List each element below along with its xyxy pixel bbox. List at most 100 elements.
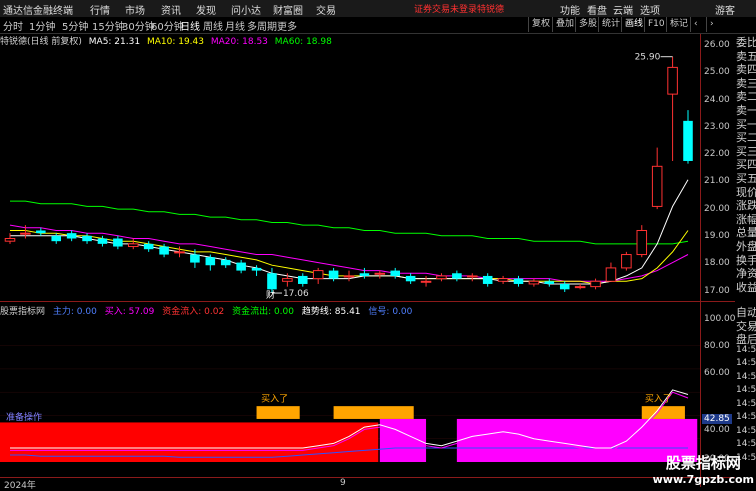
- watermark-url: www.7gpzb.com: [652, 473, 754, 486]
- side-panel-item: 14:56: [736, 358, 756, 368]
- indicator-signal: 信号: 0.00: [368, 307, 413, 317]
- side-panel-item: 14:56: [736, 439, 756, 449]
- side-panel-item: 14:56: [736, 398, 756, 409]
- candle-body: [4, 238, 16, 242]
- indicator-tick: 100.00: [704, 314, 736, 324]
- menu-item-trade[interactable]: 交易: [316, 2, 336, 17]
- period-30min[interactable]: 30分钟: [122, 18, 155, 33]
- period-monthly[interactable]: 月线: [225, 18, 245, 33]
- menu-item-discover[interactable]: 发现: [196, 2, 216, 17]
- mark-button[interactable]: 标记: [666, 17, 691, 32]
- adjust-button[interactable]: 复权: [528, 17, 553, 32]
- menu-item-quotes[interactable]: 行情: [90, 2, 110, 17]
- f10-button[interactable]: F10: [644, 17, 668, 32]
- candle-body: [251, 267, 262, 271]
- multi-stock-button[interactable]: 多股: [575, 17, 600, 32]
- candle-body: [466, 275, 478, 278]
- chart-info-line: 特锐德(日线 前复权) MA5: 21.31 MA10: 19.43 MA20:…: [0, 34, 700, 47]
- candle-body: [220, 259, 231, 266]
- pane-divider: [0, 301, 735, 302]
- candle-body: [436, 275, 447, 280]
- period-multi[interactable]: 多周期: [247, 18, 277, 33]
- period-tick[interactable]: 分时: [3, 18, 23, 33]
- side-panel-item: 14:56: [736, 344, 756, 355]
- high-label: 25.90: [635, 53, 661, 63]
- price-tick: 25.00: [704, 67, 730, 77]
- menu-watch[interactable]: 看盘: [587, 2, 607, 17]
- candle-body: [651, 165, 663, 207]
- candle-body: [683, 120, 693, 161]
- candle-body: [482, 275, 493, 284]
- menu-bar: 通达信金融终端 行情 市场 资讯 发现 问小达 财富圈 交易 证券交易未登录 特…: [0, 0, 756, 18]
- side-panel-item: 14:56: [736, 385, 756, 395]
- menu-item-news[interactable]: 资讯: [161, 2, 181, 17]
- candle-body: [159, 246, 169, 255]
- candle-body: [590, 280, 601, 288]
- prepare-label: 准备操作: [6, 411, 42, 423]
- candle-body: [113, 238, 123, 247]
- menu-item-ask[interactable]: 问小达: [231, 2, 261, 17]
- candle-body: [374, 272, 386, 275]
- login-notice[interactable]: 证券交易未登录: [414, 2, 477, 15]
- indicator-trend: 趋势线: 85.41: [301, 307, 361, 317]
- period-weekly[interactable]: 周线: [203, 18, 223, 33]
- period-5min[interactable]: 5分钟: [62, 18, 88, 33]
- price-tick: 21.00: [704, 176, 730, 186]
- candle-body: [143, 243, 154, 250]
- candle-body: [420, 280, 432, 283]
- stock-link[interactable]: 特锐德: [477, 2, 504, 15]
- indicator-main: 主力: 0.00: [52, 307, 97, 317]
- menu-guest[interactable]: 游客: [715, 2, 735, 17]
- candle-body: [559, 283, 570, 290]
- candle-body: [390, 270, 401, 276]
- candle-body: [82, 235, 92, 242]
- period-daily[interactable]: 日线: [180, 18, 200, 33]
- indicator-info-line: 股票指标网 主力: 0.00 买入: 57.09 资金流入: 0.02 资金流出…: [0, 304, 700, 317]
- ma60-line: [10, 200, 689, 245]
- next-button[interactable]: ›: [706, 17, 717, 32]
- candle-body: [359, 273, 370, 276]
- menu-item-market[interactable]: 市场: [125, 2, 145, 17]
- price-axis-line: [700, 34, 701, 487]
- indicator-outflow: 资金流出: 0.00: [232, 307, 294, 317]
- quote-side-panel[interactable]: 委比 卖五 卖四 卖三 卖二 卖一 买一 买二 买三 买四 买五 现价 涨跌 涨幅 总量 外盘 换手 净资 收益 自动…: [735, 34, 756, 487]
- candle-body: [51, 235, 62, 242]
- candle-body: [20, 232, 31, 235]
- prev-button[interactable]: ‹: [690, 17, 701, 32]
- candle-body: [636, 229, 648, 256]
- price-tick: 19.00: [704, 231, 730, 241]
- candle-body: [343, 275, 355, 278]
- indicator-inflow: 资金流入: 0.02: [162, 307, 225, 317]
- candle-body: [667, 66, 678, 95]
- period-15min[interactable]: 15分钟: [92, 18, 125, 33]
- menu-function[interactable]: 功能: [560, 2, 580, 17]
- candle-body: [405, 275, 416, 282]
- candle-body: [205, 257, 216, 266]
- candle-body: [66, 233, 77, 239]
- buy-block: [333, 406, 414, 419]
- app-title: 通达信金融终端: [3, 6, 73, 17]
- price-tick: 20.00: [704, 204, 730, 214]
- menu-item-wealth[interactable]: 财富圈: [273, 2, 303, 17]
- period-1min[interactable]: 1分钟: [29, 18, 55, 33]
- menu-options[interactable]: 选项: [640, 2, 660, 17]
- buy-label: 买入了: [645, 393, 672, 404]
- side-panel-item: 14:56: [736, 371, 756, 382]
- x-label-year: 2024年: [4, 481, 36, 491]
- overlay-button[interactable]: 叠加: [552, 17, 577, 32]
- period-more[interactable]: 更多: [277, 18, 297, 33]
- price-tick: 26.00: [704, 40, 730, 50]
- price-tick: 17.00: [704, 286, 730, 296]
- stats-button[interactable]: 统计: [598, 17, 623, 32]
- indicator-tick: 40.00: [704, 425, 730, 435]
- menu-cloud[interactable]: 云端: [613, 2, 633, 17]
- draw-button[interactable]: 画线: [621, 17, 646, 32]
- candle-body: [452, 273, 462, 279]
- candle-body: [282, 278, 293, 282]
- candlestick-chart[interactable]: 25.90 17.06 财: [0, 46, 700, 300]
- watermark-title: 股票指标网: [665, 454, 741, 472]
- candle-body: [544, 281, 555, 284]
- candle-body: [297, 275, 308, 284]
- indicator-chart[interactable]: 买入了 买入了准备操作: [0, 330, 700, 478]
- period-60min[interactable]: 60分钟: [151, 18, 184, 33]
